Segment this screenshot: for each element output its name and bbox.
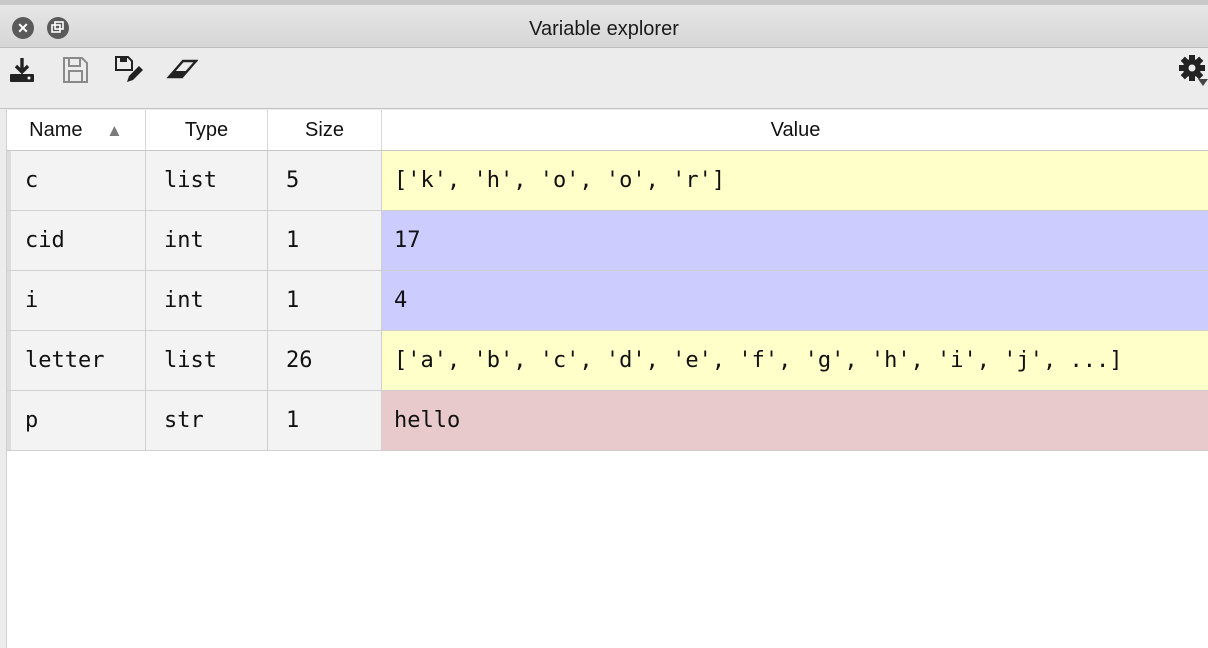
cell-type[interactable]: int [146, 271, 268, 330]
table-row[interactable]: p str 1 hello [7, 391, 1208, 451]
cell-type[interactable]: str [146, 391, 268, 450]
import-data-icon[interactable] [6, 54, 38, 86]
cell-name[interactable]: p [7, 391, 146, 450]
header-type[interactable]: Type [146, 110, 268, 150]
toolbar [0, 48, 1208, 109]
window-title: Variable explorer [529, 18, 679, 40]
cell-size[interactable]: 1 [268, 391, 382, 450]
cell-value[interactable]: ['k', 'h', 'o', 'o', 'r'] [382, 151, 1208, 210]
cell-value[interactable]: hello [382, 391, 1208, 450]
cell-type[interactable]: list [146, 151, 268, 210]
table-row[interactable]: c list 5 ['k', 'h', 'o', 'o', 'r'] [7, 151, 1208, 211]
save-icon[interactable] [59, 54, 91, 86]
header-name[interactable]: Name ▲ [7, 110, 146, 150]
cell-name[interactable]: letter [7, 331, 146, 390]
cell-value[interactable]: 17 [382, 211, 1208, 270]
cell-value[interactable]: 4 [382, 271, 1208, 330]
sort-ascending-icon: ▲ [106, 121, 123, 140]
cell-name[interactable]: cid [7, 211, 146, 270]
cell-name[interactable]: c [7, 151, 146, 210]
variable-table: Name ▲ Type Size Value c list 5 ['k', 'h… [6, 110, 1208, 648]
table-header: Name ▲ Type Size Value [7, 110, 1208, 151]
table-row[interactable]: i int 1 4 [7, 271, 1208, 331]
gear-icon[interactable] [1176, 54, 1208, 86]
cell-size[interactable]: 5 [268, 151, 382, 210]
header-size[interactable]: Size [268, 110, 382, 150]
window-titlebar: ✕ Variable explorer [0, 0, 1208, 48]
save-as-icon[interactable] [112, 54, 144, 86]
cell-value[interactable]: ['a', 'b', 'c', 'd', 'e', 'f', 'g', 'h',… [382, 331, 1208, 390]
cell-type[interactable]: int [146, 211, 268, 270]
header-value[interactable]: Value [382, 110, 1208, 150]
cell-size[interactable]: 26 [268, 331, 382, 390]
table-row[interactable]: cid int 1 17 [7, 211, 1208, 271]
cell-type[interactable]: list [146, 331, 268, 390]
cell-size[interactable]: 1 [268, 211, 382, 270]
cell-name[interactable]: i [7, 271, 146, 330]
cell-size[interactable]: 1 [268, 271, 382, 330]
erase-icon[interactable] [166, 54, 198, 86]
table-row[interactable]: letter list 26 ['a', 'b', 'c', 'd', 'e',… [7, 331, 1208, 391]
